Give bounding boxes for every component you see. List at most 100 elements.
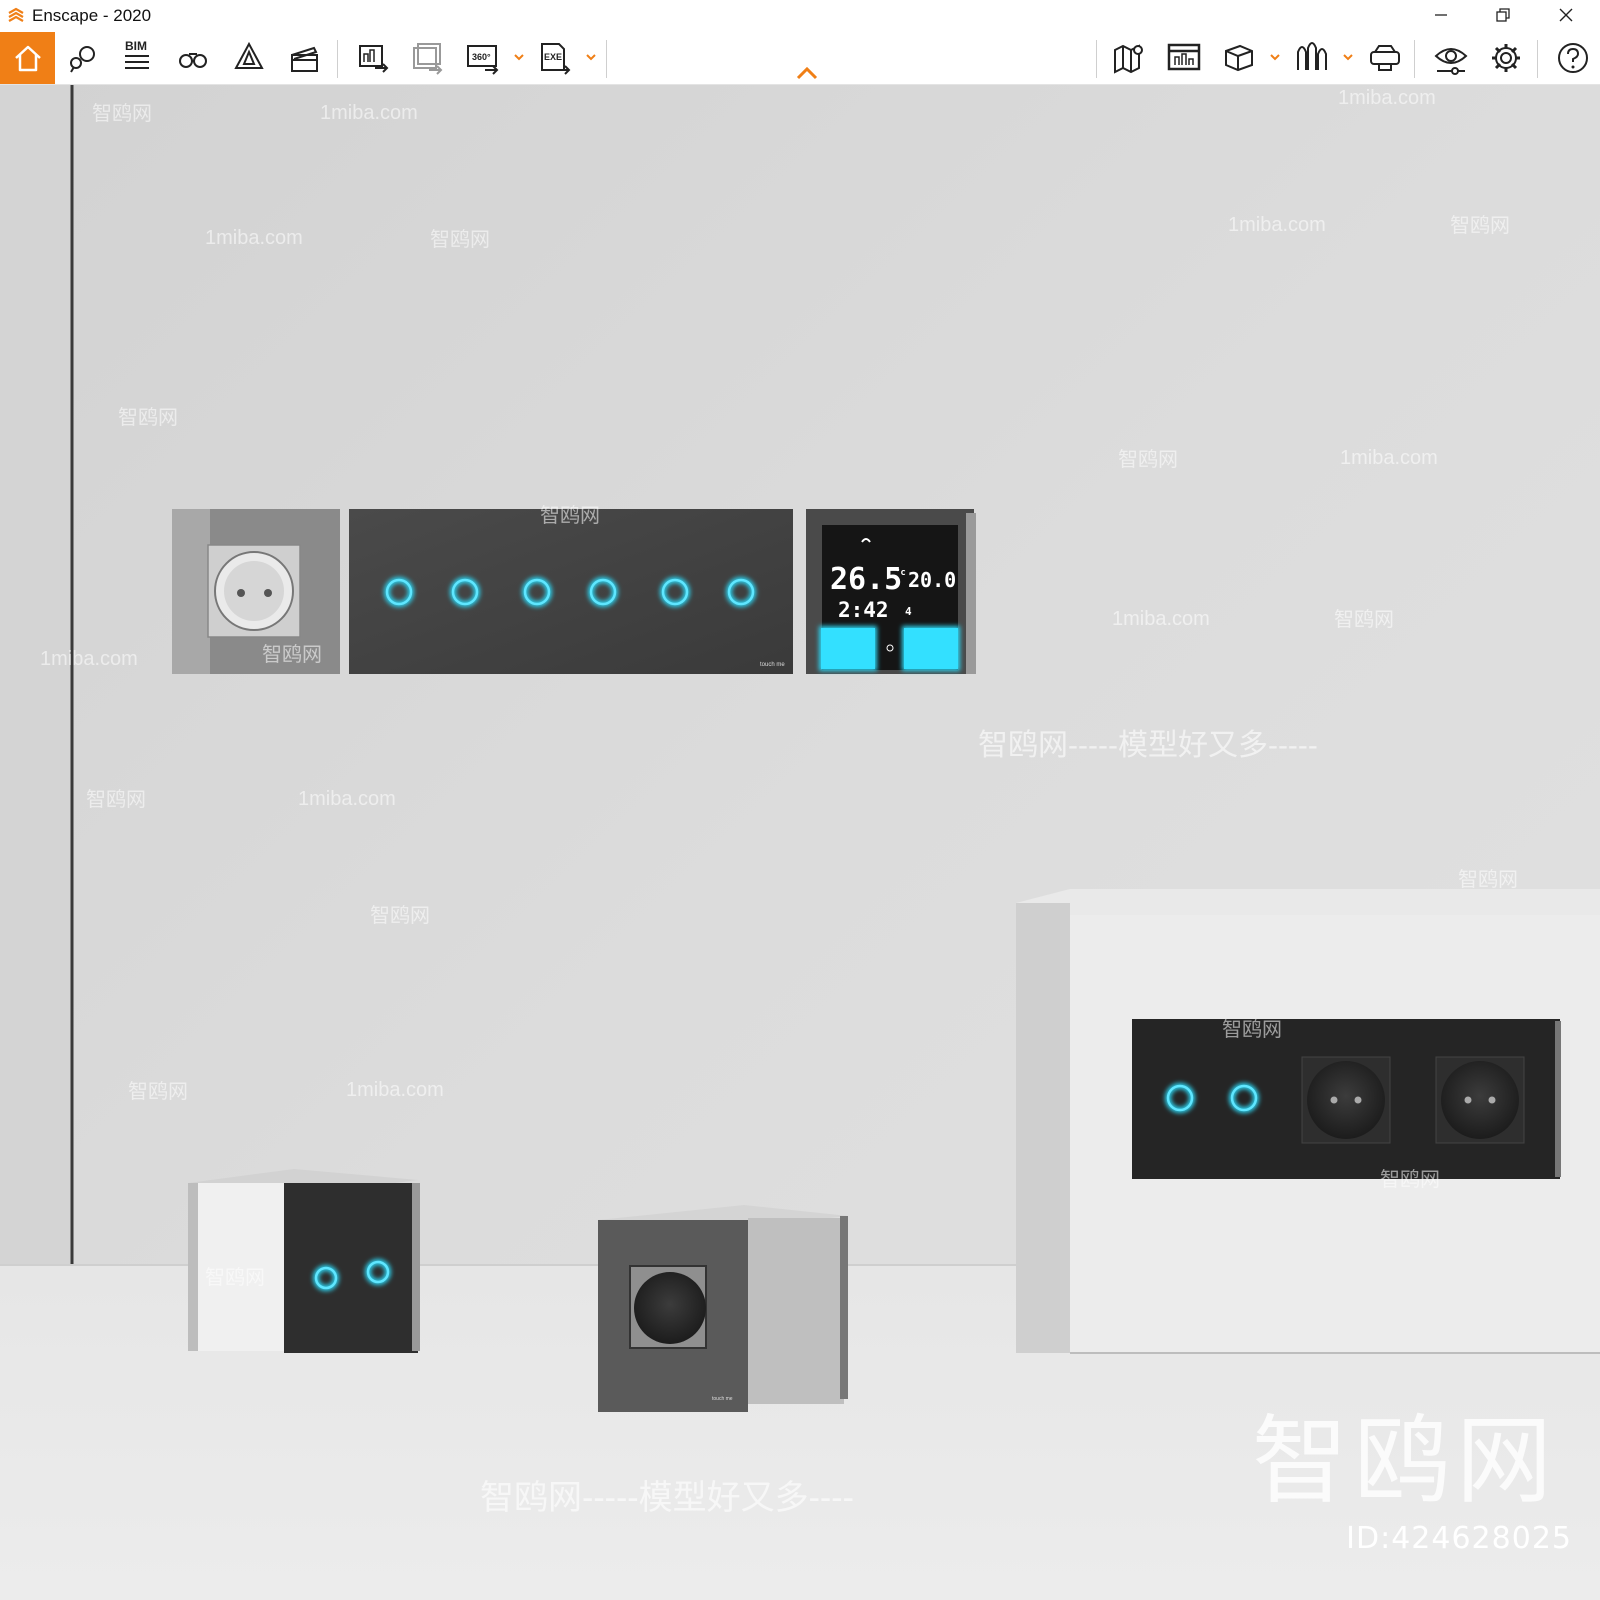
restore-icon	[1496, 8, 1510, 22]
clapperboard-icon	[291, 46, 318, 72]
watermark-site: 1miba.com	[205, 227, 303, 249]
visual-settings-button[interactable]	[1428, 36, 1474, 80]
svg-text:EXE: EXE	[544, 52, 562, 62]
web-standalone-button[interactable]	[1161, 36, 1207, 80]
box-view-button[interactable]	[1216, 36, 1262, 80]
vr-headset-icon	[1370, 45, 1400, 71]
screenshot-export-icon	[359, 45, 389, 73]
minimize-icon	[1435, 14, 1447, 16]
exe-export-icon: EXE	[541, 43, 571, 75]
settings-gear-icon	[1492, 44, 1520, 72]
svg-text:touch me: touch me	[712, 1396, 733, 1402]
render-viewport[interactable]: touch me 26.5 °c 20.0 2:42 4 touch me 智鸥…	[0, 85, 1600, 1600]
watermark-site: 1miba.com	[1228, 214, 1326, 236]
svg-text:touch me: touch me	[760, 662, 785, 668]
watermark-brand: 智鸥网	[1334, 609, 1394, 631]
watermark-brand: 智鸥网	[86, 789, 146, 811]
visual-settings-icon	[1434, 48, 1468, 75]
minimize-button[interactable]	[1412, 0, 1470, 30]
svg-text:360°: 360°	[472, 52, 491, 62]
render-scene: touch me 26.5 °c 20.0 2:42 4 touch me	[0, 85, 1600, 1600]
thermostat-time: 2:42	[838, 598, 889, 622]
batch-export-icon	[413, 43, 443, 75]
watermark-brand: 智鸥网	[205, 1267, 265, 1289]
settings-button[interactable]	[1483, 36, 1529, 80]
toolbar-separator	[1096, 40, 1097, 78]
binoculars-button[interactable]	[170, 36, 216, 80]
restore-button[interactable]	[1474, 0, 1532, 30]
vr-headset-button[interactable]	[1362, 36, 1408, 80]
watermark-brand: 智鸥网	[1118, 449, 1178, 471]
svg-text:BIM: BIM	[125, 40, 147, 53]
binoculars-icon	[179, 53, 207, 68]
watermark-site: 1miba.com	[1340, 447, 1438, 469]
socket-cube: touch me	[598, 1205, 848, 1412]
svg-text:4: 4	[905, 605, 912, 618]
map-button[interactable]	[1106, 36, 1152, 80]
six-gang-touch-switch-panel: touch me	[349, 509, 793, 674]
collapse-toolbar-chevron-up-icon[interactable]	[795, 64, 819, 82]
left-wall-pillar	[0, 85, 72, 1265]
bim-icon: BIM	[125, 40, 149, 69]
light-view-icon	[70, 46, 95, 73]
toolbar: BIM 360° EXE	[0, 32, 1600, 85]
watermark-site: 1miba.com	[1338, 87, 1436, 109]
watermark-brand: 智鸥网	[370, 905, 430, 927]
watermark-site: 1miba.com	[298, 788, 396, 810]
close-icon	[1559, 8, 1573, 22]
watermark-site: 1miba.com	[320, 102, 418, 124]
light-view-button[interactable]	[60, 36, 106, 80]
watermark-brand: 智鸥网	[128, 1081, 188, 1103]
watermark-brand: 智鸥网	[262, 644, 322, 666]
watermark-brand: 智鸥网	[1380, 1169, 1440, 1191]
toolbar-separator	[337, 40, 338, 78]
asset-library-icon	[1297, 42, 1327, 70]
watermark-site: 1miba.com	[346, 1079, 444, 1101]
watermark-brand: 智鸥网	[540, 505, 600, 527]
panorama-360-icon: 360°	[467, 45, 499, 75]
double-switch-double-socket-panel	[1132, 1019, 1561, 1179]
bim-button[interactable]: BIM	[114, 36, 160, 80]
exe-dropdown-icon[interactable]	[584, 50, 598, 64]
screenshot-export-button[interactable]	[350, 36, 396, 80]
bell-perspective-icon	[234, 41, 264, 69]
home-button[interactable]	[0, 32, 55, 84]
help-button[interactable]	[1550, 36, 1596, 80]
model-id-label: ID:424628025	[1346, 1521, 1572, 1556]
thermostat-target-temp: 20.0	[908, 568, 956, 592]
web-standalone-icon	[1167, 43, 1201, 71]
watermark-site: 1miba.com	[40, 648, 138, 670]
watermark-slogan: 智鸥网-----模型好又多-----	[978, 729, 1318, 762]
thermostat-current-temp: 26.5	[830, 562, 902, 597]
perspective-button[interactable]	[226, 36, 272, 80]
watermark-footer-slogan: 智鸥网-----模型好又多----	[480, 1479, 854, 1517]
watermark-site: 1miba.com	[1112, 608, 1210, 630]
map-icon	[1114, 44, 1143, 74]
home-icon	[14, 45, 41, 72]
svg-text:°c: °c	[895, 568, 906, 578]
box-view-icon	[1225, 44, 1253, 72]
toolbar-separator	[1414, 40, 1415, 78]
watermark-brand: 智鸥网	[1450, 215, 1510, 237]
enscape-logo-icon	[8, 7, 24, 22]
close-button[interactable]	[1537, 0, 1595, 30]
batch-export-button[interactable]	[404, 36, 450, 80]
box-view-dropdown-icon[interactable]	[1268, 50, 1282, 64]
window-title: Enscape - 2020	[32, 6, 152, 25]
panorama-dropdown-icon[interactable]	[512, 50, 526, 64]
help-icon	[1558, 43, 1588, 73]
asset-library-button[interactable]	[1289, 36, 1335, 80]
thermostat-panel: 26.5 °c 20.0 2:42 4	[806, 509, 976, 674]
watermark-brand: 智鸥网	[92, 103, 152, 125]
watermark-brand: 智鸥网	[1458, 869, 1518, 891]
toolbar-separator	[606, 40, 607, 78]
watermark-big-logo: 智鸥网	[1252, 1405, 1558, 1517]
video-editor-button[interactable]	[281, 36, 327, 80]
asset-library-dropdown-icon[interactable]	[1341, 50, 1355, 64]
watermark-brand: 智鸥网	[1222, 1019, 1282, 1041]
watermark-brand: 智鸥网	[118, 407, 178, 429]
watermark-brand: 智鸥网	[430, 229, 490, 251]
toolbar-separator	[1537, 40, 1538, 78]
exe-export-button[interactable]: EXE	[532, 36, 578, 80]
panorama-button[interactable]: 360°	[460, 36, 506, 80]
